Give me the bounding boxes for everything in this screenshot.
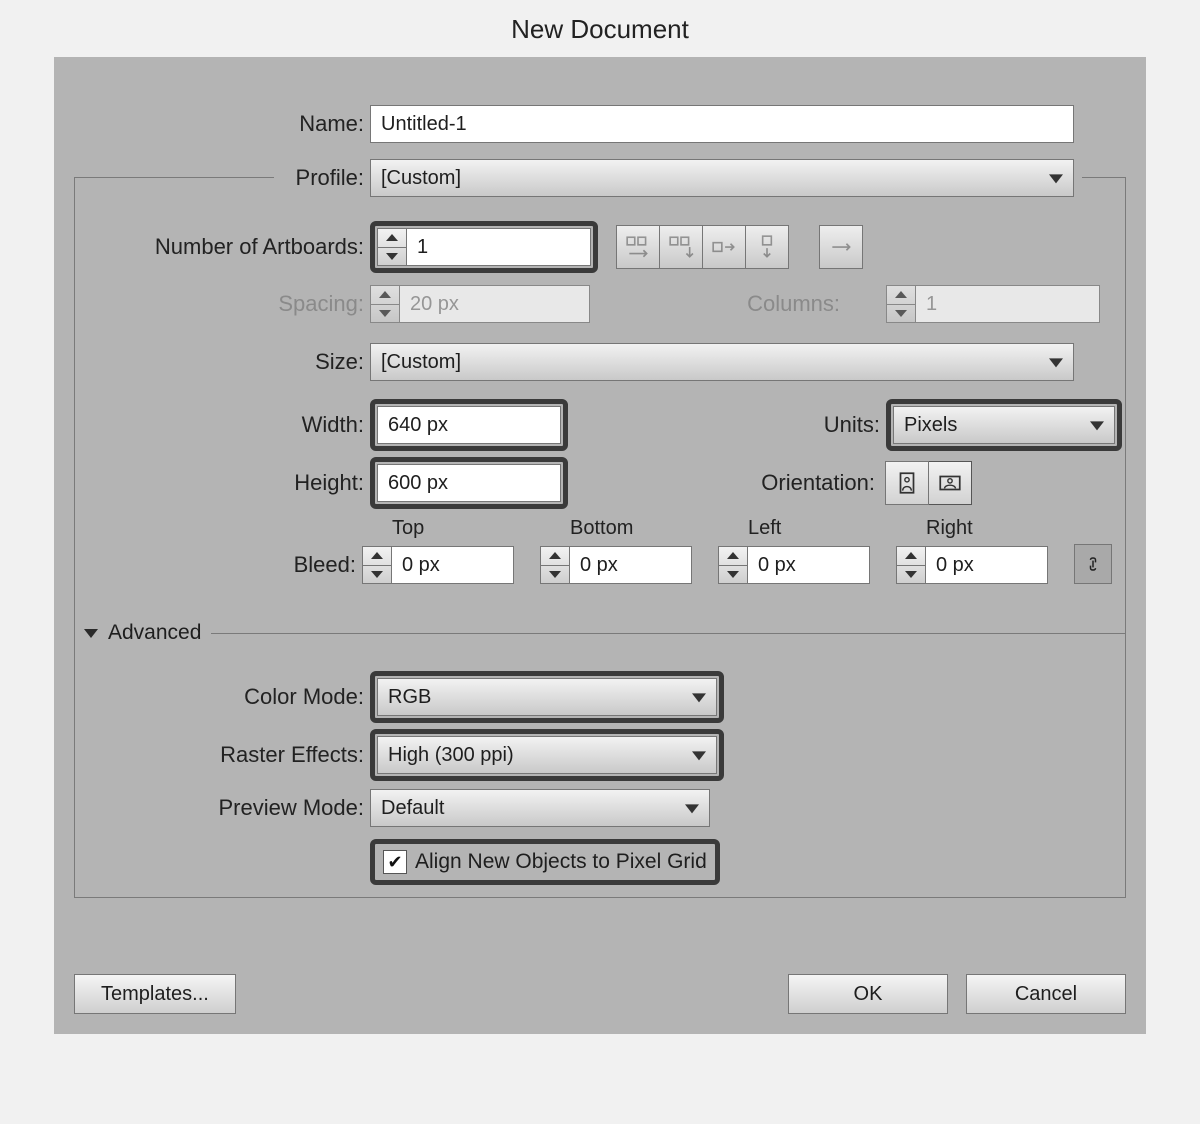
profile-select[interactable]: [Custom] xyxy=(370,159,1074,197)
size-label: Size: xyxy=(54,349,370,375)
dialog-title: New Document xyxy=(0,0,1200,57)
color-mode-select[interactable]: RGB xyxy=(377,678,717,716)
spinner-up-icon[interactable] xyxy=(887,286,915,304)
units-label: Units: xyxy=(824,412,886,438)
advanced-label: Advanced xyxy=(108,621,201,645)
bleed-left-label: Left xyxy=(718,517,870,540)
chevron-down-icon xyxy=(1049,174,1063,183)
arrange-row-icon[interactable] xyxy=(703,225,746,269)
profile-label: Profile: xyxy=(54,165,370,191)
preview-mode-select[interactable]: Default xyxy=(370,789,710,827)
arrange-rtl-icon[interactable] xyxy=(819,225,863,269)
bleed-bottom-label: Bottom xyxy=(540,517,692,540)
columns-input[interactable]: 1 xyxy=(886,285,1100,323)
orientation-label: Orientation: xyxy=(761,470,885,496)
columns-label: Columns: xyxy=(747,291,846,317)
spinner-buttons[interactable] xyxy=(887,286,916,322)
artboards-input[interactable]: 1 xyxy=(377,228,591,266)
raster-effects-select[interactable]: High (300 ppi) xyxy=(377,736,717,774)
new-document-dialog: New Document Name: Untitled-1 Profile: [… xyxy=(0,0,1200,1124)
align-pixel-grid-checkbox[interactable]: ✔ xyxy=(383,850,407,874)
chevron-down-icon xyxy=(692,751,706,760)
artboard-arrange-group xyxy=(616,225,789,269)
bleed-top-label: Top xyxy=(362,517,514,540)
arrange-grid-col-icon[interactable] xyxy=(660,225,703,269)
height-input[interactable]: 600 px xyxy=(377,464,561,502)
divider xyxy=(211,633,1126,634)
bleed-bottom-input[interactable]: 0 px xyxy=(540,546,692,584)
dialog-body: Name: Untitled-1 Profile: [Custom] Numbe… xyxy=(54,57,1146,1034)
chevron-down-icon xyxy=(1049,358,1063,367)
spinner-down-icon[interactable] xyxy=(887,304,915,323)
color-mode-label: Color Mode: xyxy=(54,684,370,710)
height-label: Height: xyxy=(54,470,370,496)
templates-button[interactable]: Templates... xyxy=(74,974,236,1014)
bleed-label: Bleed: xyxy=(54,552,362,584)
bleed-left-input[interactable]: 0 px xyxy=(718,546,870,584)
orientation-portrait-icon[interactable] xyxy=(885,461,929,505)
width-input[interactable]: 640 px xyxy=(377,406,561,444)
spinner-up-icon[interactable] xyxy=(371,286,399,304)
ok-button[interactable]: OK xyxy=(788,974,948,1014)
link-bleed-icon[interactable] xyxy=(1074,544,1112,584)
preview-mode-label: Preview Mode: xyxy=(54,795,370,821)
spinner-down-icon[interactable] xyxy=(378,247,406,266)
spinner-buttons[interactable] xyxy=(371,286,400,322)
chevron-down-icon xyxy=(692,693,706,702)
bleed-top-input[interactable]: 0 px xyxy=(362,546,514,584)
align-pixel-grid-label: Align New Objects to Pixel Grid xyxy=(415,850,707,874)
arrange-grid-row-icon[interactable] xyxy=(616,225,660,269)
spacing-input[interactable]: 20 px xyxy=(370,285,590,323)
cancel-button[interactable]: Cancel xyxy=(966,974,1126,1014)
name-label: Name: xyxy=(54,111,370,137)
size-select[interactable]: [Custom] xyxy=(370,343,1074,381)
arrange-col-icon[interactable] xyxy=(746,225,789,269)
spinner-buttons[interactable] xyxy=(378,229,407,265)
name-input[interactable]: Untitled-1 xyxy=(370,105,1074,143)
orientation-landscape-icon[interactable] xyxy=(929,461,972,505)
artboards-label: Number of Artboards: xyxy=(54,234,370,260)
bleed-right-label: Right xyxy=(896,517,1048,540)
chevron-down-icon xyxy=(685,804,699,813)
spacing-label: Spacing: xyxy=(54,291,370,317)
disclosure-triangle-icon[interactable] xyxy=(84,629,98,638)
width-label: Width: xyxy=(54,412,370,438)
raster-effects-label: Raster Effects: xyxy=(54,742,370,768)
units-select[interactable]: Pixels xyxy=(893,406,1115,444)
spinner-up-icon[interactable] xyxy=(378,229,406,247)
chevron-down-icon xyxy=(1090,421,1104,430)
bleed-right-input[interactable]: 0 px xyxy=(896,546,1048,584)
spinner-down-icon[interactable] xyxy=(371,304,399,323)
